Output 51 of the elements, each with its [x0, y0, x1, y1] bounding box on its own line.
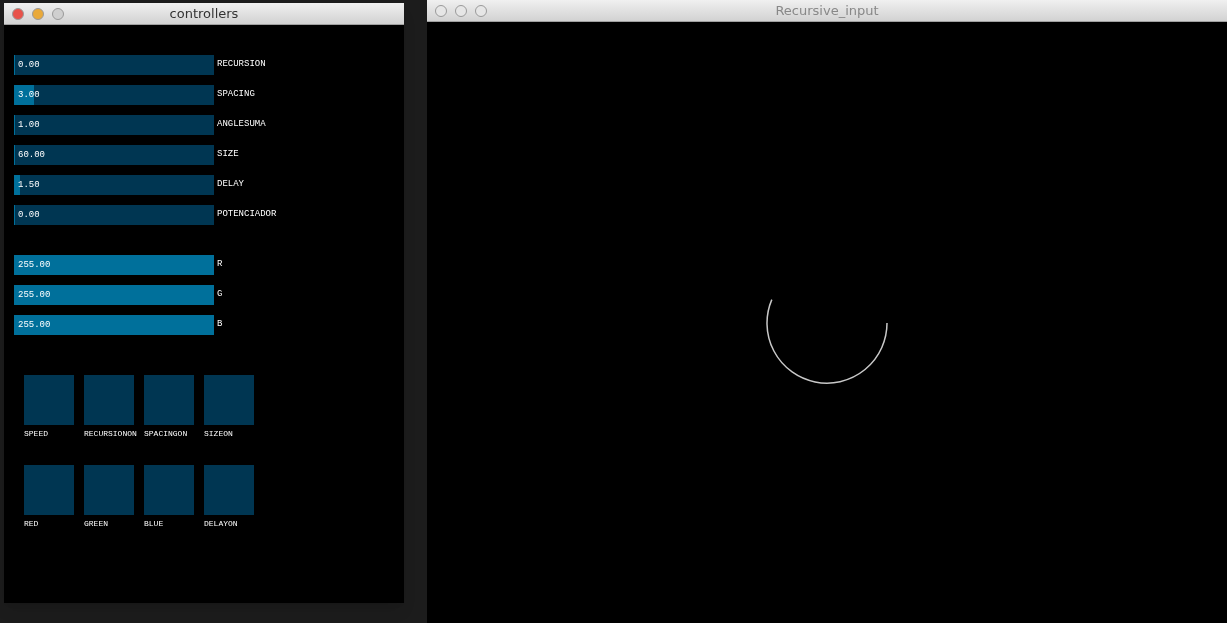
toggle-button[interactable] — [204, 465, 254, 515]
slider-label: RECURSION — [217, 58, 266, 72]
slider-label: R — [217, 258, 223, 272]
slider-label: SPACING — [217, 88, 255, 102]
toggle-button[interactable] — [84, 375, 134, 425]
slider-label: B — [217, 318, 223, 332]
toggle-button[interactable] — [24, 465, 74, 515]
slider[interactable]: 60.00 — [14, 145, 214, 165]
window-title: Recursive_input — [775, 1, 879, 20]
slider-value: 60.00 — [17, 149, 45, 162]
slider[interactable]: 255.00 — [14, 285, 214, 305]
minimize-icon[interactable] — [455, 4, 467, 17]
close-icon[interactable] — [12, 7, 24, 20]
slider[interactable]: 3.00 — [14, 85, 214, 105]
slider[interactable]: 1.50 — [14, 175, 214, 195]
slider-value: 255.00 — [17, 319, 51, 332]
slider-value: 1.50 — [17, 179, 40, 192]
toggle-button[interactable] — [24, 375, 74, 425]
toggle-label: RED — [24, 518, 39, 529]
slider[interactable]: 0.00 — [14, 55, 214, 75]
zoom-icon[interactable] — [475, 4, 487, 17]
toggle-label: RECURSIONON — [84, 428, 137, 439]
slider-value: 0.00 — [17, 209, 40, 222]
zoom-icon[interactable] — [52, 7, 64, 20]
toggle-label: BLUE — [144, 518, 164, 529]
toggle-button[interactable] — [84, 465, 134, 515]
minimize-icon[interactable] — [32, 7, 44, 20]
toggle-button[interactable] — [204, 375, 254, 425]
slider-label: POTENCIADOR — [217, 208, 277, 222]
slider-value: 255.00 — [17, 259, 51, 272]
slider-value: 1.00 — [17, 119, 40, 132]
slider-label: DELAY — [217, 178, 244, 192]
window-title: controllers — [169, 4, 239, 23]
slider-label: G — [217, 288, 223, 302]
toggle-label: SPEED — [24, 428, 48, 439]
toggle-label: SIZEON — [204, 428, 233, 439]
slider-label: SIZE — [217, 148, 239, 162]
toggle-label: DELAYON — [204, 518, 238, 529]
toggle-button[interactable] — [144, 375, 194, 425]
slider[interactable]: 0.00 — [14, 205, 214, 225]
slider-value: 255.00 — [17, 289, 51, 302]
slider-value: 0.00 — [17, 59, 40, 72]
slider[interactable]: 255.00 — [14, 255, 214, 275]
close-icon[interactable] — [435, 4, 447, 17]
slider[interactable]: 255.00 — [14, 315, 214, 335]
toggle-button[interactable] — [144, 465, 194, 515]
toggle-label: SPACINGON — [144, 428, 188, 439]
slider[interactable]: 1.00 — [14, 115, 214, 135]
toggle-label: GREEN — [84, 518, 108, 529]
slider-value: 3.00 — [17, 89, 40, 102]
slider-label: ANGLESUMA — [217, 118, 266, 132]
